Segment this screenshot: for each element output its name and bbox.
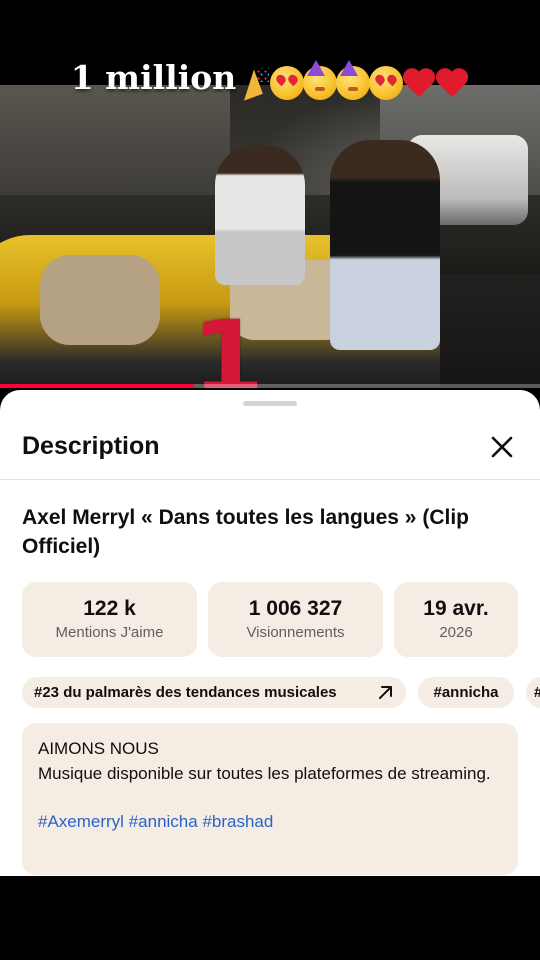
views-stat: 1 006 327 Visionnements: [208, 582, 383, 657]
hashtag-chip[interactable]: #annicha: [418, 677, 514, 708]
party-popper-emoji-icon: [237, 66, 271, 100]
video-progress-bar[interactable]: [0, 384, 540, 388]
trending-chip[interactable]: #23 du palmarès des tendances musicales: [22, 677, 406, 708]
likes-count: 122 k: [83, 597, 136, 620]
red-heart-emoji-icon: [402, 66, 436, 100]
overlay-caption: 1 million: [0, 58, 540, 100]
description-line: AIMONS NOUS: [38, 739, 159, 758]
sheet-title: Description: [22, 432, 160, 460]
rank-number: 1: [192, 298, 265, 388]
drag-handle[interactable]: [243, 401, 297, 406]
close-icon: [491, 436, 513, 458]
arrow-up-right-icon: [379, 686, 392, 699]
red-heart-emoji-icon: [435, 66, 469, 100]
partying-face-emoji-icon: [303, 59, 338, 100]
emoji-row: [237, 59, 469, 100]
hashtag-chip-partial[interactable]: #: [526, 677, 540, 708]
video-scene-person: [215, 145, 305, 285]
video-player[interactable]: 1: [0, 85, 540, 388]
description-line: Musique disponible sur toutes les platef…: [38, 763, 491, 783]
likes-stat: 122 k Mentions J'aime: [22, 582, 197, 657]
caption-text: 1 million: [70, 58, 237, 97]
description-hashtags: #Axemerryl #annicha #brashad: [38, 810, 502, 835]
heart-eyes-emoji-icon: [369, 65, 404, 100]
video-scene-person: [330, 140, 440, 350]
bottom-black-bar: [0, 876, 540, 960]
likes-label: Mentions J'aime: [55, 624, 164, 641]
heart-eyes-emoji-icon: [270, 65, 305, 100]
date-day: 19 avr.: [423, 597, 489, 620]
views-label: Visionnements: [246, 624, 345, 641]
trending-chip-label: #23 du palmarès des tendances musicales: [34, 684, 337, 701]
description-box[interactable]: AIMONS NOUS Musique disponible sur toute…: [22, 723, 518, 875]
video-progress-fill: [0, 384, 195, 388]
views-count: 1 006 327: [248, 597, 343, 620]
partying-face-emoji-icon: [336, 59, 371, 100]
hashtag-link[interactable]: #annicha: [129, 812, 198, 831]
description-sheet: Description Axel Merryl « Dans toutes le…: [0, 390, 540, 876]
hashtag-link[interactable]: #brashad: [202, 812, 273, 831]
video-scene-building: [0, 85, 230, 195]
date-stat: 19 avr. 2026: [394, 582, 518, 657]
video-scene-seat: [40, 255, 160, 345]
hashtag-link[interactable]: #Axemerryl: [38, 812, 124, 831]
video-title: Axel Merryl « Dans toutes les langues » …: [22, 506, 469, 558]
close-button[interactable]: [486, 431, 518, 463]
divider: [0, 479, 540, 480]
date-year: 2026: [439, 624, 473, 641]
